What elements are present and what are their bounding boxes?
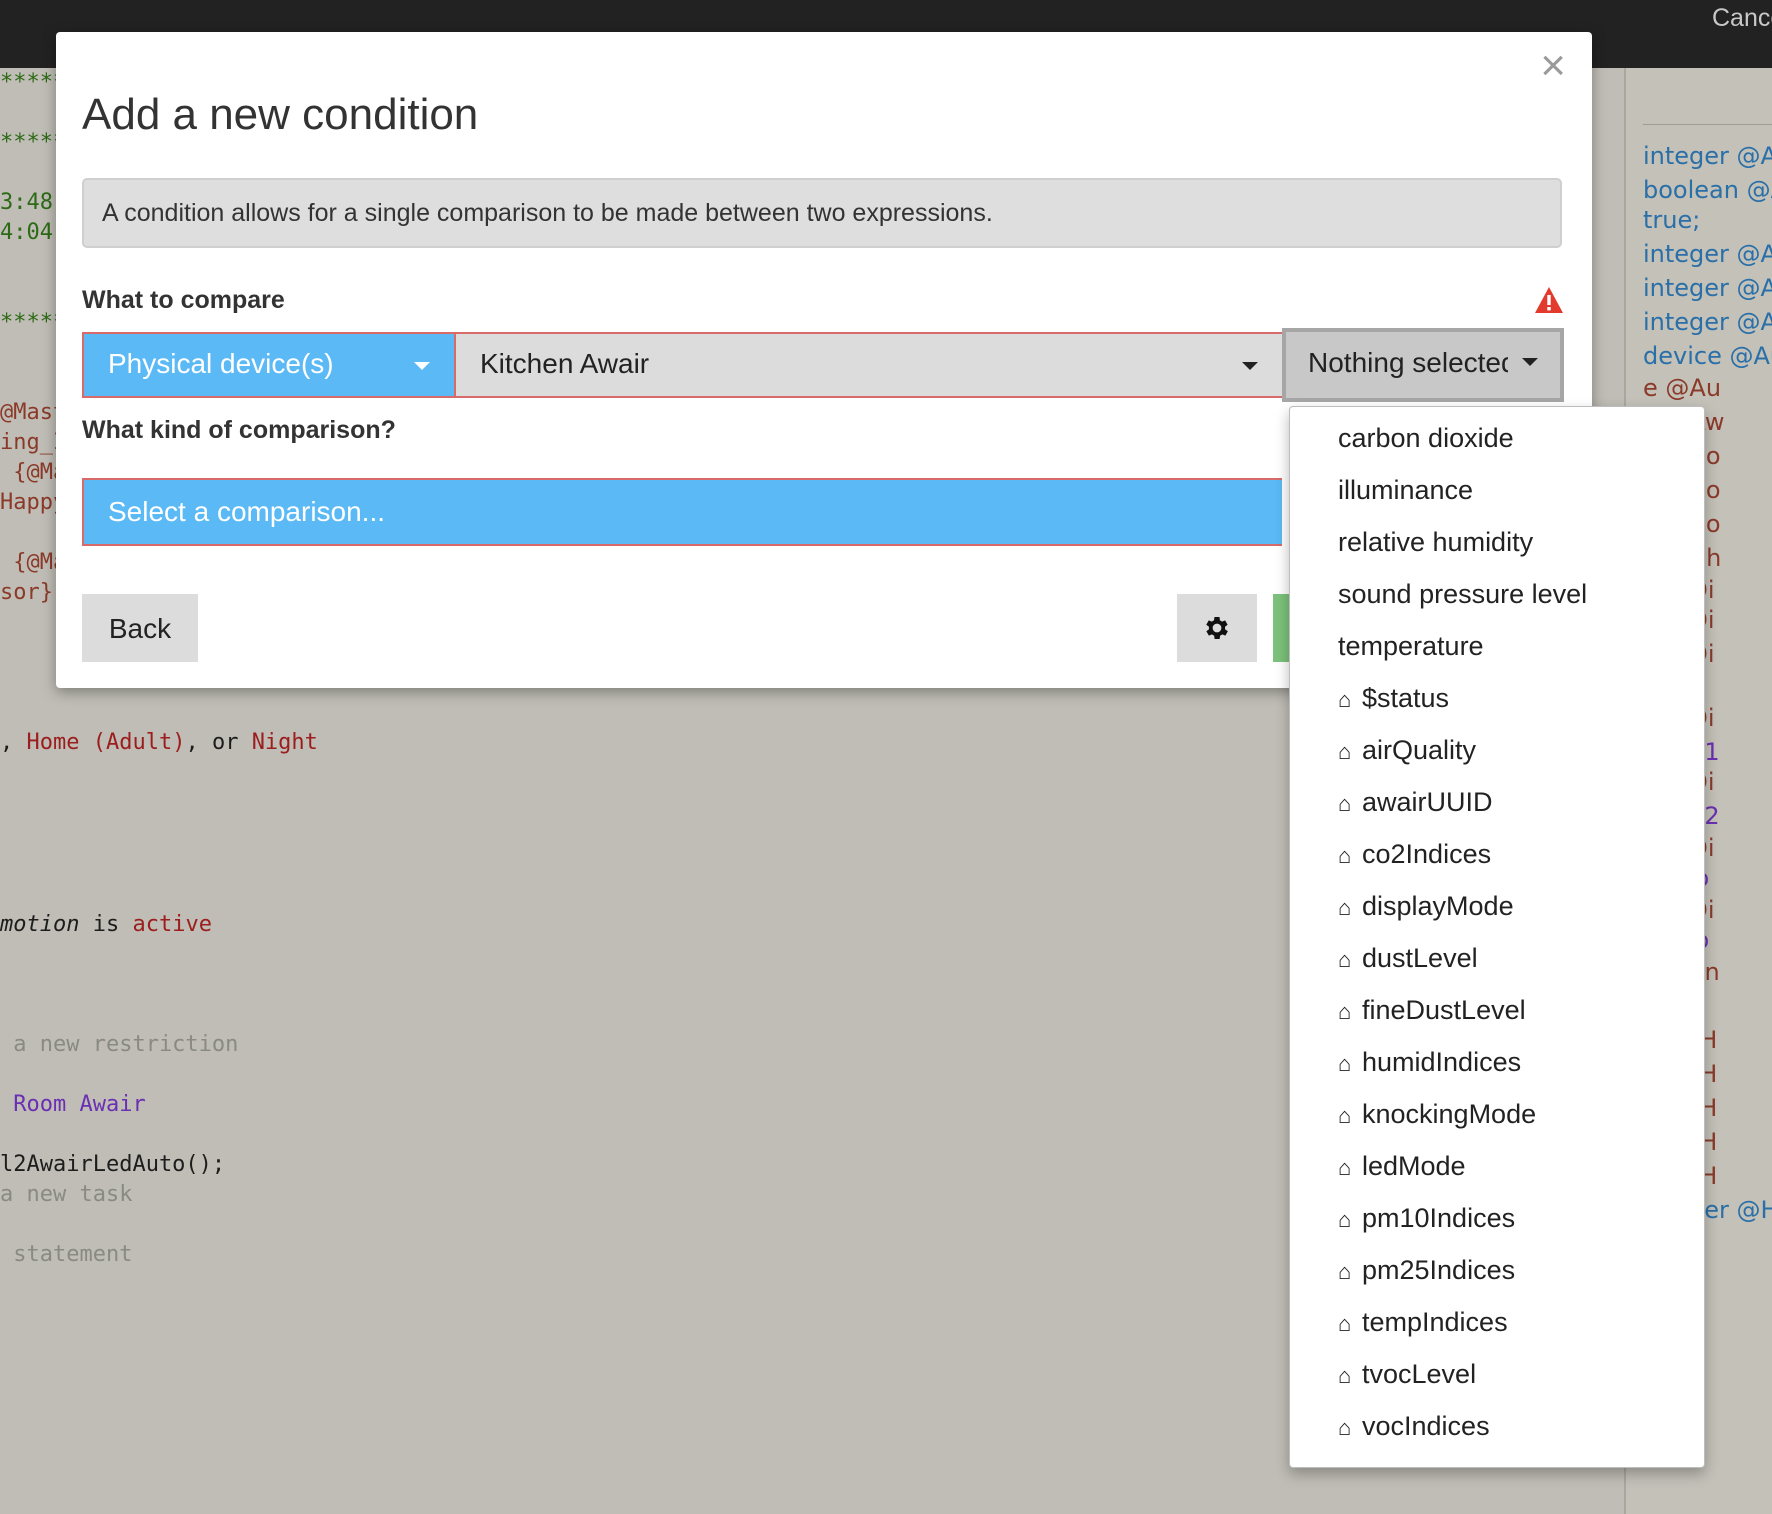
house-icon: ⌂ <box>1338 1363 1352 1388</box>
dropdown-option-custom[interactable]: ⌂ vocIndices <box>1338 1409 1490 1445</box>
code-line: 3:48 <box>0 190 53 215</box>
dropdown-option-label: humidIndices <box>1362 1047 1522 1077</box>
dropdown-option[interactable]: carbon dioxide <box>1338 421 1514 455</box>
dropdown-option[interactable]: sound pressure level <box>1338 577 1587 611</box>
dropdown-option[interactable]: temperature <box>1338 629 1484 663</box>
code-line: l2AwairLedAuto(); <box>0 1152 226 1177</box>
house-icon: ⌂ <box>1338 843 1352 868</box>
dropdown-option-label: dustLevel <box>1362 943 1478 973</box>
attribute-value: Nothing selected <box>1308 347 1508 378</box>
comparison-select[interactable]: Select a comparison... <box>82 478 1282 546</box>
house-icon: ⌂ <box>1338 1259 1352 1284</box>
dropdown-option-label: pm10Indices <box>1362 1203 1516 1233</box>
dropdown-option-custom[interactable]: ⌂ tvocLevel <box>1338 1357 1476 1393</box>
house-icon: ⌂ <box>1338 687 1352 712</box>
house-icon: ⌂ <box>1338 1311 1352 1336</box>
code-line: a new restriction <box>0 1032 239 1057</box>
dropdown-option-custom[interactable]: ⌂ tempIndices <box>1338 1305 1508 1341</box>
house-icon: ⌂ <box>1338 999 1352 1024</box>
dropdown-option-custom[interactable]: ⌂ airQuality <box>1338 733 1476 769</box>
dropdown-option-label: knockingMode <box>1362 1099 1537 1129</box>
dialog-title: Add a new condition <box>82 90 479 139</box>
chevron-down-icon <box>1522 358 1538 366</box>
variable-line: e @Au <box>1643 374 1722 402</box>
chevron-down-icon <box>414 362 430 370</box>
chevron-down-icon <box>1242 362 1258 370</box>
dropdown-option-custom[interactable]: ⌂ pm25Indices <box>1338 1253 1515 1289</box>
house-icon: ⌂ <box>1338 1103 1352 1128</box>
device-select[interactable]: Kitchen Awair <box>454 332 1286 398</box>
divider <box>1643 124 1772 125</box>
variable-line: integer @A <box>1643 308 1772 336</box>
comparison-kind-label: What kind of comparison? <box>82 416 396 444</box>
house-icon: ⌂ <box>1338 739 1352 764</box>
dropdown-option-custom[interactable]: ⌂ fineDustLevel <box>1338 993 1526 1029</box>
dropdown-option-label: ledMode <box>1362 1151 1466 1181</box>
what-to-compare-label: What to compare <box>82 286 285 314</box>
subject-type-select[interactable]: Physical device(s) <box>82 332 454 398</box>
code-line: Room Awair <box>0 1092 146 1117</box>
variable-line: integer @A <box>1643 240 1772 268</box>
warning-icon <box>1535 287 1563 313</box>
dropdown-option-label: tempIndices <box>1362 1307 1508 1337</box>
close-icon[interactable]: × <box>1540 44 1566 88</box>
dropdown-option[interactable]: illuminance <box>1338 473 1473 507</box>
code-line: , Home (Adult), or Night <box>0 730 318 755</box>
house-icon: ⌂ <box>1338 1051 1352 1076</box>
info-banner: A condition allows for a single comparis… <box>82 178 1562 248</box>
code-line: motion is active <box>0 912 212 937</box>
house-icon: ⌂ <box>1338 1207 1352 1232</box>
dropdown-option-label: pm25Indices <box>1362 1255 1516 1285</box>
dropdown-option-label: $status <box>1362 683 1450 713</box>
house-icon: ⌂ <box>1338 791 1352 816</box>
code-line: 4:04 <box>0 220 53 245</box>
variable-line: boolean @A <box>1643 176 1772 204</box>
dropdown-option-custom[interactable]: ⌂ ledMode <box>1338 1149 1466 1185</box>
subject-type-value: Physical device(s) <box>108 348 334 379</box>
dropdown-option-label: co2Indices <box>1362 839 1492 869</box>
dropdown-option-label: fineDustLevel <box>1362 995 1526 1025</box>
dropdown-option-custom[interactable]: ⌂ dustLevel <box>1338 941 1478 977</box>
attribute-select[interactable]: Nothing selected <box>1282 328 1564 402</box>
house-icon: ⌂ <box>1338 947 1352 972</box>
dropdown-option-custom[interactable]: ⌂ co2Indices <box>1338 837 1491 873</box>
dropdown-option-label: tvocLevel <box>1362 1359 1477 1389</box>
dropdown-option[interactable]: relative humidity <box>1338 525 1533 559</box>
device-value: Kitchen Awair <box>480 348 650 379</box>
dropdown-option-custom[interactable]: ⌂ displayMode <box>1338 889 1514 925</box>
comparison-placeholder: Select a comparison... <box>108 496 386 527</box>
variable-line: integer @A <box>1643 274 1772 302</box>
house-icon: ⌂ <box>1338 1155 1352 1180</box>
dropdown-option-custom[interactable]: ⌂ humidIndices <box>1338 1045 1521 1081</box>
variable-line: integer @A <box>1643 142 1772 170</box>
code-line: a new task <box>0 1182 133 1207</box>
gear-icon <box>1206 617 1228 639</box>
dropdown-option-label: awairUUID <box>1362 787 1493 817</box>
house-icon: ⌂ <box>1338 1415 1352 1440</box>
attribute-dropdown-menu: carbon dioxide illuminance relative humidi… <box>1289 406 1705 1468</box>
cancel-link[interactable]: Cancel <box>1712 2 1772 34</box>
dropdown-option-custom[interactable]: ⌂ $status <box>1338 681 1449 717</box>
variable-line: true; <box>1643 206 1701 234</box>
settings-button[interactable] <box>1177 594 1257 662</box>
dropdown-option-label: airQuality <box>1362 735 1477 765</box>
back-button[interactable]: Back <box>82 594 198 662</box>
dropdown-option-label: displayMode <box>1362 891 1514 921</box>
house-icon: ⌂ <box>1338 895 1352 920</box>
dropdown-option-custom[interactable]: ⌂ awairUUID <box>1338 785 1493 821</box>
dropdown-option-custom[interactable]: ⌂ pm10Indices <box>1338 1201 1515 1237</box>
dropdown-option-custom[interactable]: ⌂ knockingMode <box>1338 1097 1536 1133</box>
dropdown-option-label: vocIndices <box>1362 1411 1490 1441</box>
code-line: statement <box>0 1242 133 1267</box>
variable-line: device @Au <box>1643 342 1772 370</box>
